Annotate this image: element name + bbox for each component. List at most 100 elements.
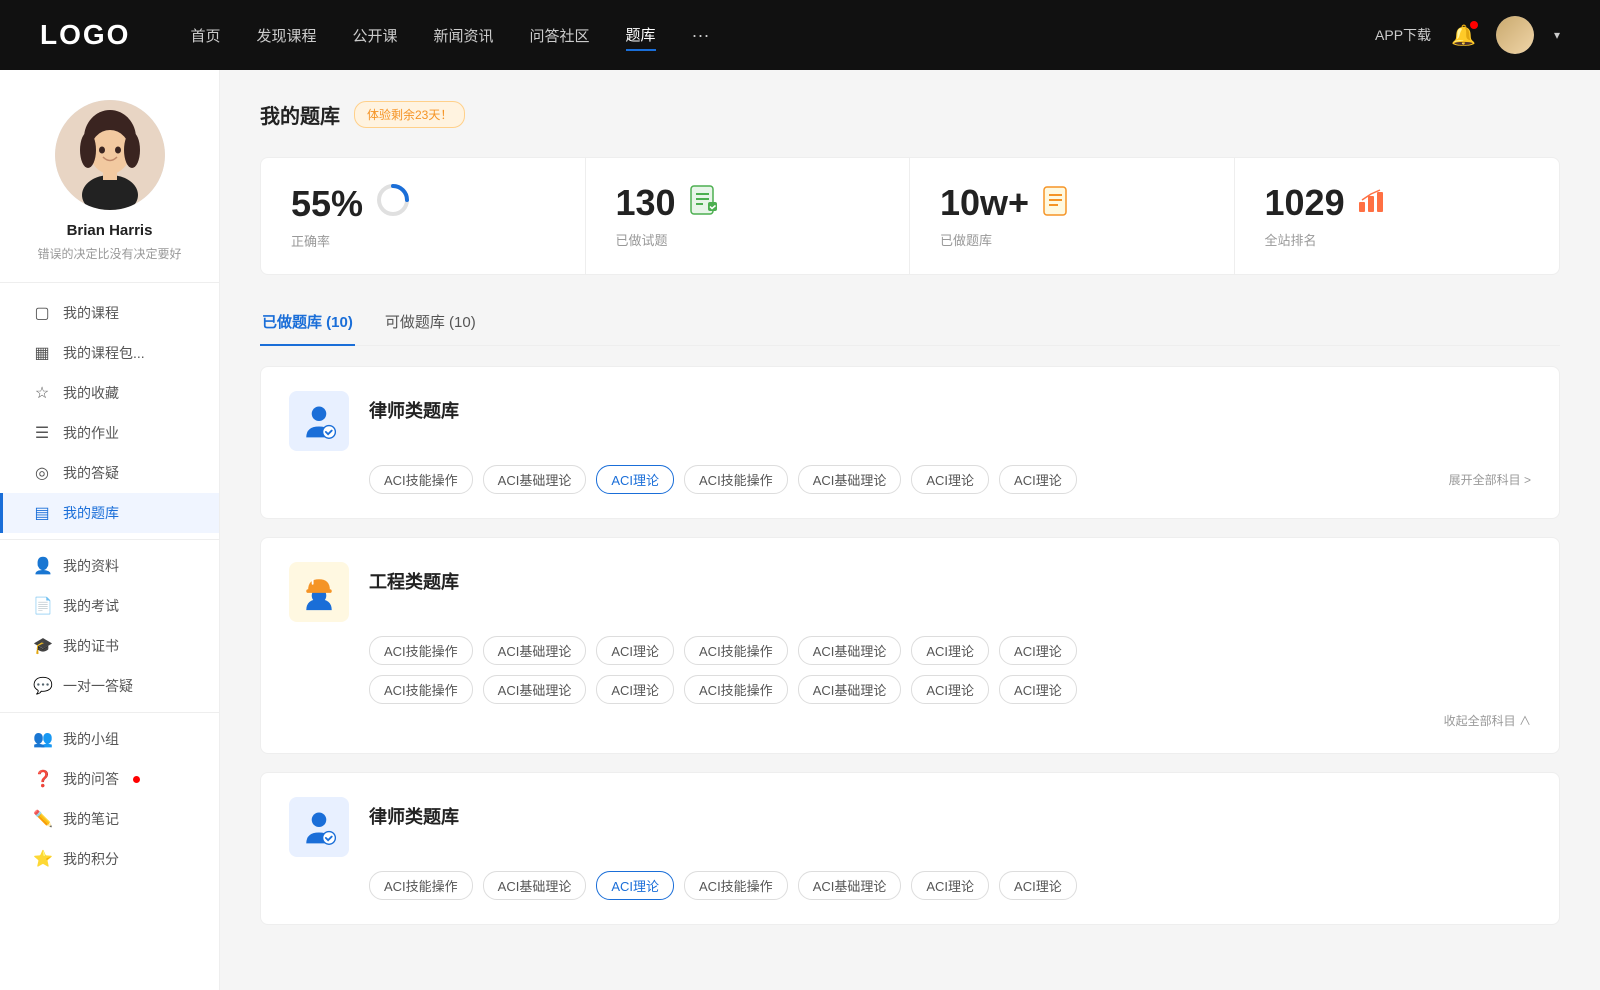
- user-avatar[interactable]: [1496, 16, 1534, 54]
- stat-done-icon: [688, 184, 720, 223]
- law2-tag-4[interactable]: ACI基础理论: [798, 871, 902, 900]
- sidebar-item-coursepack[interactable]: ▦ 我的课程包...: [0, 333, 219, 373]
- sidebar-item-label: 我的答疑: [63, 463, 119, 483]
- eng-tag-r2-1[interactable]: ACI基础理论: [483, 675, 587, 704]
- sidebar-item-1on1[interactable]: 💬 一对一答疑: [0, 666, 219, 706]
- page-title: 我的题库: [260, 100, 340, 129]
- eng-tag-r2-4[interactable]: ACI基础理论: [798, 675, 902, 704]
- main-layout: Brian Harris 错误的决定比没有决定要好 ▢ 我的课程 ▦ 我的课程包…: [0, 70, 1600, 990]
- law2-tag-2-active[interactable]: ACI理论: [596, 871, 674, 900]
- tag-5[interactable]: ACI理论: [911, 465, 989, 494]
- tag-4[interactable]: ACI基础理论: [798, 465, 902, 494]
- app-download-link[interactable]: APP下载: [1375, 25, 1431, 45]
- homework-icon: ☰: [33, 423, 51, 443]
- stat-accuracy-value: 55%: [291, 183, 363, 225]
- sidebar-item-label: 一对一答疑: [63, 676, 133, 696]
- eng-tag-r1-1[interactable]: ACI基础理论: [483, 636, 587, 665]
- logo: LOGO: [40, 19, 130, 51]
- tag-1[interactable]: ACI基础理论: [483, 465, 587, 494]
- stat-accuracy: 55% 正确率: [261, 158, 586, 274]
- exam-icon: 📄: [33, 596, 51, 616]
- eng-tag-r2-5[interactable]: ACI理论: [911, 675, 989, 704]
- stat-ranking-icon: [1357, 184, 1389, 223]
- nav-discover[interactable]: 发现课程: [256, 21, 316, 50]
- eng-tag-r2-3[interactable]: ACI技能操作: [684, 675, 788, 704]
- tag-0[interactable]: ACI技能操作: [369, 465, 473, 494]
- nav-links: 首页 发现课程 公开课 新闻资讯 问答社区 题库 ···: [190, 20, 1375, 51]
- sidebar-item-certificate[interactable]: 🎓 我的证书: [0, 626, 219, 666]
- stat-done-label: 已做试题: [616, 230, 880, 249]
- qbank-icon-engineer: [289, 562, 349, 622]
- myqa-dot: [133, 776, 140, 783]
- stats-row: 55% 正确率 130: [260, 157, 1560, 275]
- sidebar-item-points[interactable]: ⭐ 我的积分: [0, 839, 219, 879]
- qa-icon: ◎: [33, 463, 51, 483]
- sidebar-item-notes[interactable]: ✏️ 我的笔记: [0, 799, 219, 839]
- notification-bell[interactable]: 🔔: [1451, 23, 1476, 48]
- tab-done[interactable]: 已做题库 (10): [260, 303, 355, 346]
- qbank-card-lawyer1: 律师类题库 ACI技能操作 ACI基础理论 ACI理论 ACI技能操作 ACI基…: [260, 366, 1560, 519]
- tab-available[interactable]: 可做题库 (10): [383, 303, 478, 346]
- eng-tag-r2-0[interactable]: ACI技能操作: [369, 675, 473, 704]
- user-menu-caret[interactable]: ▾: [1554, 28, 1560, 42]
- nav-opencourse[interactable]: 公开课: [352, 21, 397, 50]
- eng-tag-r2-2[interactable]: ACI理论: [596, 675, 674, 704]
- profile-icon: 👤: [33, 556, 51, 576]
- stat-done-value: 130: [616, 182, 676, 224]
- nav-news[interactable]: 新闻资讯: [434, 21, 494, 50]
- stat-banks-label: 已做题库: [940, 230, 1204, 249]
- eng-tag-r1-2[interactable]: ACI理论: [596, 636, 674, 665]
- law2-tag-5[interactable]: ACI理论: [911, 871, 989, 900]
- law2-tag-0[interactable]: ACI技能操作: [369, 871, 473, 900]
- star-icon: ☆: [33, 383, 51, 403]
- tag-6[interactable]: ACI理论: [999, 465, 1077, 494]
- eng-tag-r1-3[interactable]: ACI技能操作: [684, 636, 788, 665]
- sidebar-item-profile[interactable]: 👤 我的资料: [0, 546, 219, 586]
- collapse-link[interactable]: 收起全部科目 ∧: [289, 712, 1531, 729]
- qbank-title-engineer: 工程类题库: [369, 562, 459, 594]
- nav-home[interactable]: 首页: [190, 21, 220, 50]
- expand-link-1[interactable]: 展开全部科目 >: [1449, 471, 1531, 488]
- law2-tag-6[interactable]: ACI理论: [999, 871, 1077, 900]
- sidebar-divider-2: [0, 712, 219, 713]
- sidebar-item-qa[interactable]: ◎ 我的答疑: [0, 453, 219, 493]
- qbank-card-lawyer2: 律师类题库 ACI技能操作 ACI基础理论 ACI理论 ACI技能操作 ACI基…: [260, 772, 1560, 925]
- sidebar-item-exam[interactable]: 📄 我的考试: [0, 586, 219, 626]
- sidebar-item-label: 我的问答: [63, 769, 119, 789]
- page-header: 我的题库 体验剩余23天！: [260, 100, 1560, 129]
- stat-accuracy-label: 正确率: [291, 231, 555, 250]
- qbank-header-engineer: 工程类题库: [289, 562, 1531, 622]
- sidebar-item-myqa[interactable]: ❓ 我的问答: [0, 759, 219, 799]
- sidebar-item-label: 我的小组: [63, 729, 119, 749]
- sidebar-item-label: 我的积分: [63, 849, 119, 869]
- nav-qa[interactable]: 问答社区: [530, 21, 590, 50]
- sidebar-item-label: 我的课程: [63, 303, 119, 323]
- avatar-illustration: [55, 100, 165, 210]
- eng-tag-r2-6[interactable]: ACI理论: [999, 675, 1077, 704]
- sidebar-item-label: 我的作业: [63, 423, 119, 443]
- law2-tag-3[interactable]: ACI技能操作: [684, 871, 788, 900]
- sidebar-item-qbank[interactable]: ▤ 我的题库: [0, 493, 219, 533]
- coursepack-icon: ▦: [33, 343, 51, 363]
- stat-done-banks: 10w+ 已做题库: [910, 158, 1235, 274]
- eng-tag-r1-5[interactable]: ACI理论: [911, 636, 989, 665]
- sidebar-item-courses[interactable]: ▢ 我的课程: [0, 293, 219, 333]
- law2-tag-1[interactable]: ACI基础理论: [483, 871, 587, 900]
- chat-icon: 💬: [33, 676, 51, 696]
- sidebar-item-homework[interactable]: ☰ 我的作业: [0, 413, 219, 453]
- nav-qbank[interactable]: 题库: [626, 20, 656, 51]
- nav-more[interactable]: ···: [692, 25, 710, 46]
- certificate-icon: 🎓: [33, 636, 51, 656]
- eng-tag-r1-4[interactable]: ACI基础理论: [798, 636, 902, 665]
- tag-2-active[interactable]: ACI理论: [596, 465, 674, 494]
- top-navigation: LOGO 首页 发现课程 公开课 新闻资讯 问答社区 题库 ··· APP下载 …: [0, 0, 1600, 70]
- eng-tag-r1-0[interactable]: ACI技能操作: [369, 636, 473, 665]
- sidebar-item-group[interactable]: 👥 我的小组: [0, 719, 219, 759]
- sidebar-item-favorites[interactable]: ☆ 我的收藏: [0, 373, 219, 413]
- stat-ranking-value: 1029: [1265, 182, 1345, 224]
- tag-3[interactable]: ACI技能操作: [684, 465, 788, 494]
- eng-tag-r1-6[interactable]: ACI理论: [999, 636, 1077, 665]
- group-icon: 👥: [33, 729, 51, 749]
- sidebar-username: Brian Harris: [67, 222, 153, 239]
- sidebar-item-label: 我的资料: [63, 556, 119, 576]
